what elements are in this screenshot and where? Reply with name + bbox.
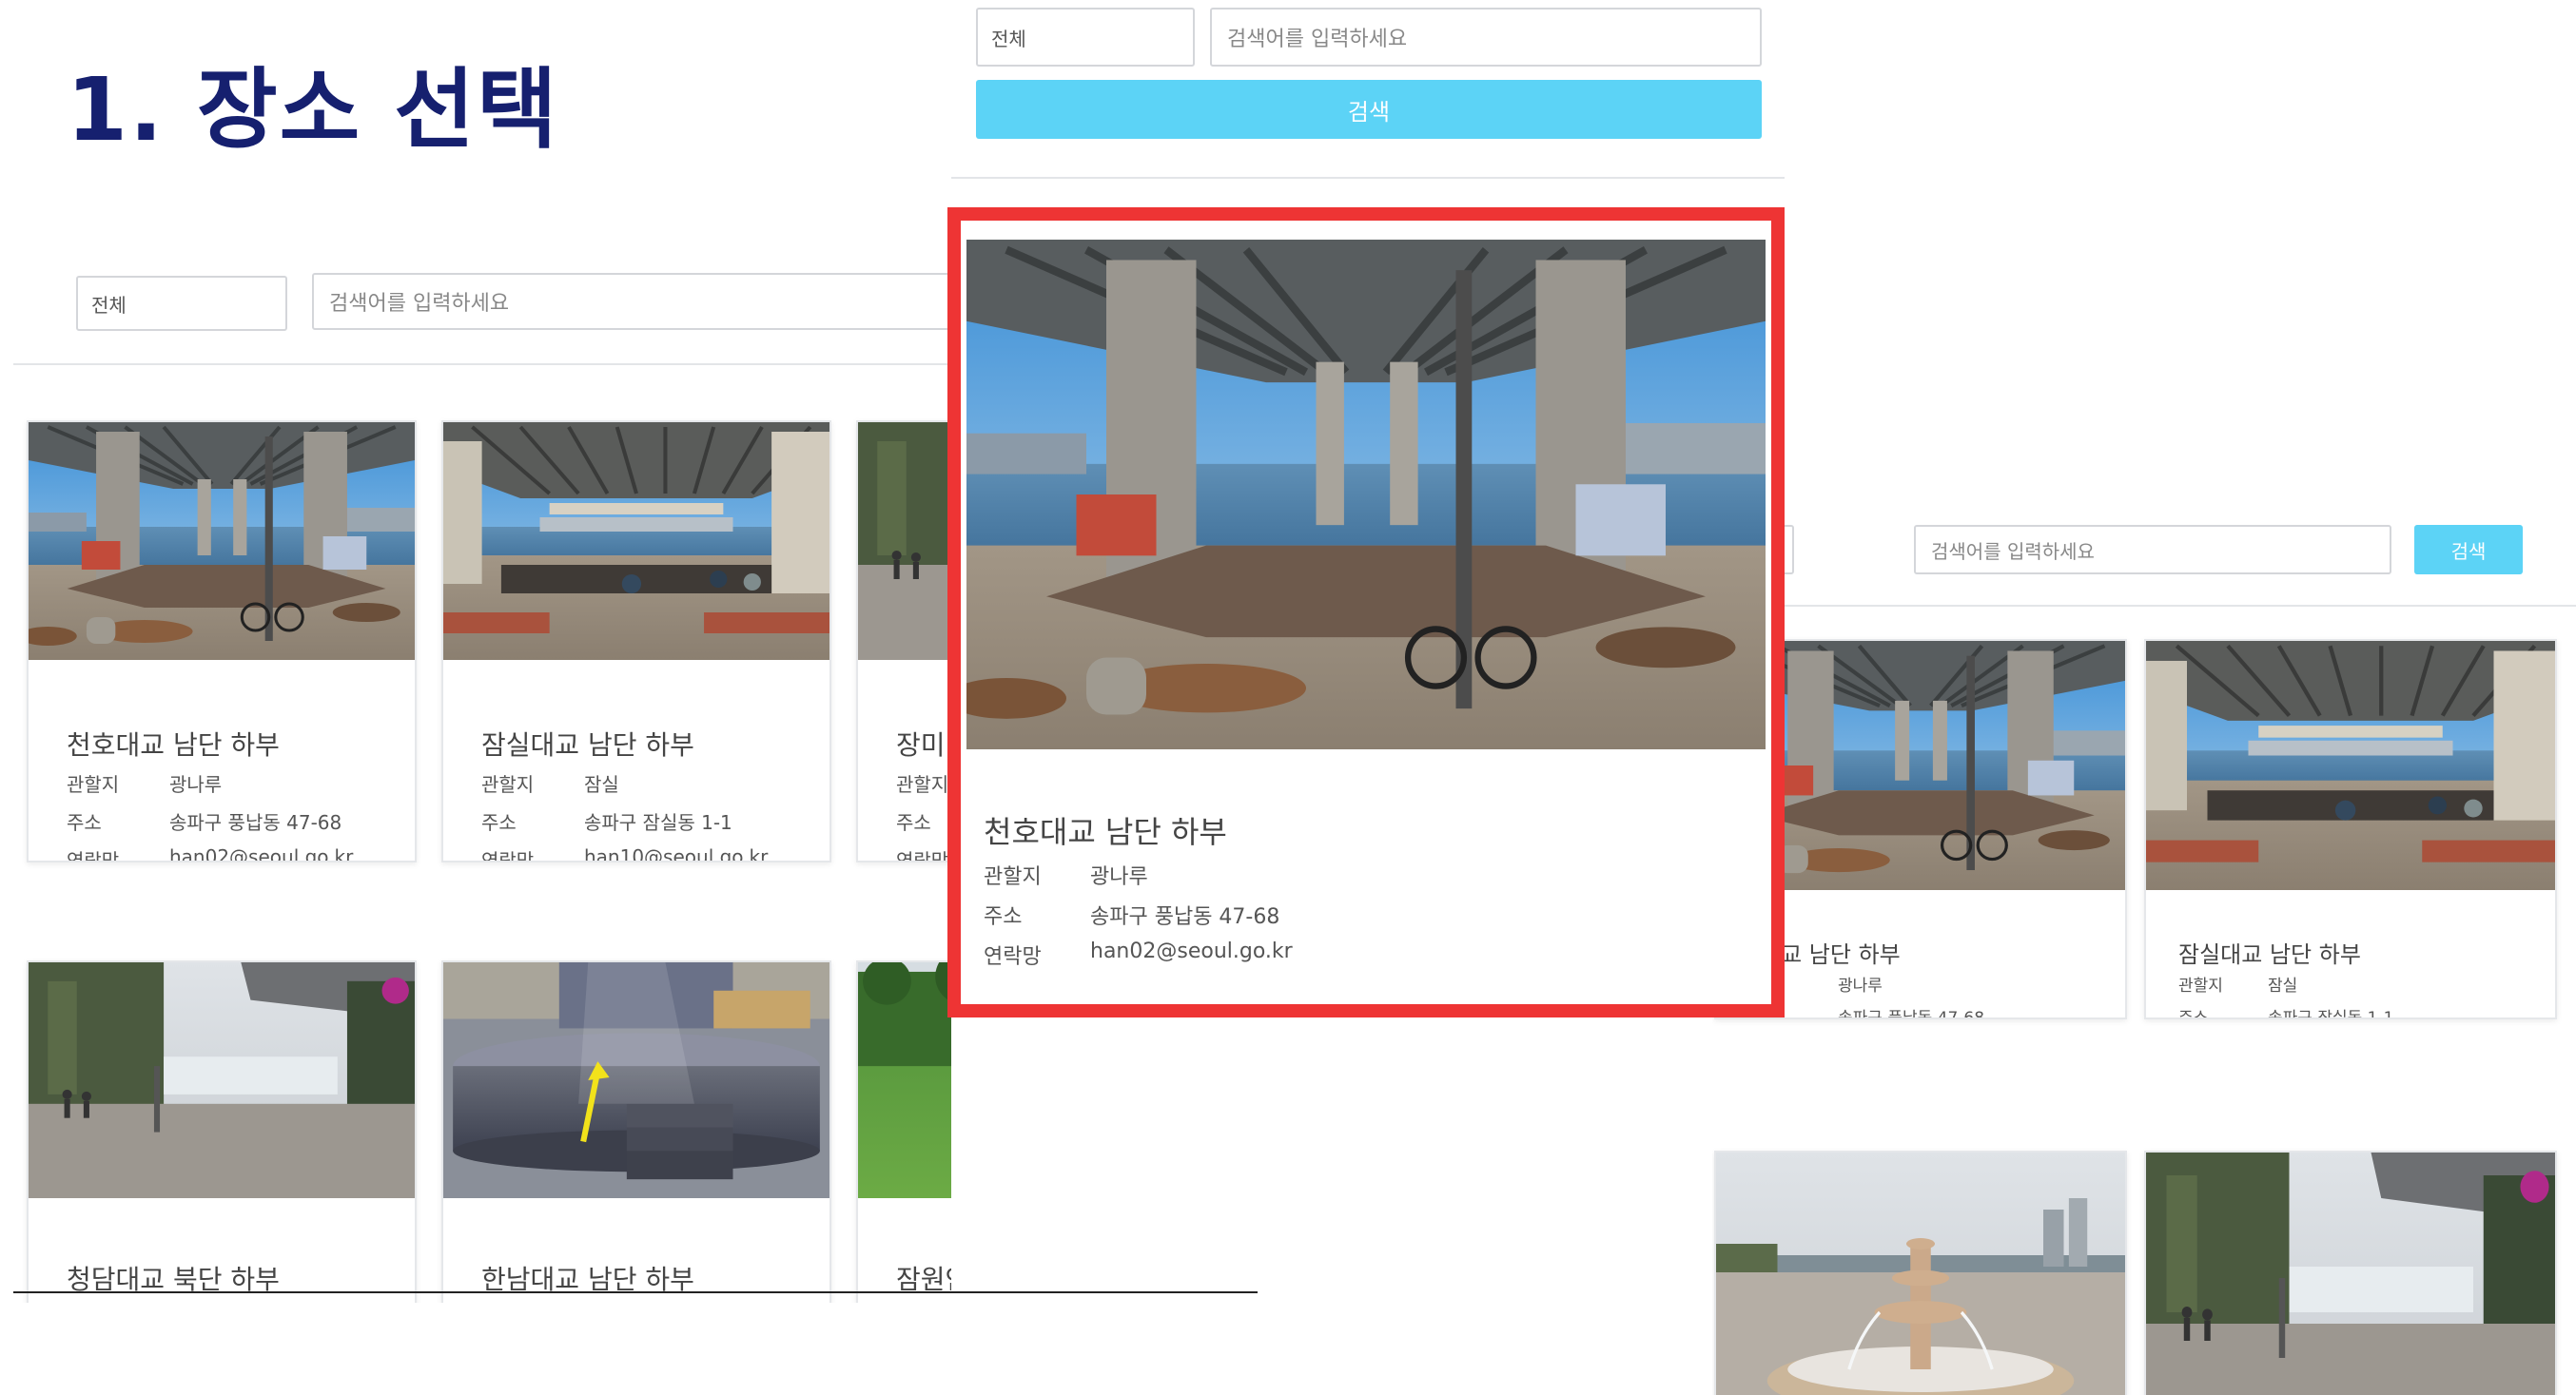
contact-row: 연락망 han02@seoul.go.kr xyxy=(984,940,1293,970)
category-select[interactable]: 전체 xyxy=(976,8,1195,67)
category-select[interactable]: 전체 xyxy=(76,276,287,331)
place-photo xyxy=(966,240,1766,749)
contact-row: 연락망 han10@seoul.go.kr xyxy=(481,845,769,862)
contact-row: 연락망 han02@seoul.go.kr xyxy=(67,845,354,862)
divider xyxy=(951,177,1785,179)
place-card[interactable]: 잠원안내센터 녹지대 xyxy=(856,960,951,1303)
place-name: 잠실대교 남단 하부 xyxy=(481,729,694,761)
district-label: 관할지 xyxy=(481,773,535,796)
district-value: 광나루 xyxy=(1838,977,1883,996)
district-row: 관할지 잠실 xyxy=(481,769,619,797)
place-card[interactable]: 잠실대교 남단 하부 관할지잠실 주소송파구 잠실동 1-1 연락망han10@… xyxy=(2144,639,2557,1019)
search-input[interactable]: 검색어를 입력하세요 xyxy=(1914,525,2391,574)
address-row: 주소 송파구 잠실동 1-1 xyxy=(2178,1004,2394,1019)
selected-place-highlight: 천호대교 남단 하부 관할지 광나루 주소 송파구 풍납동 47-68 연락망 han… xyxy=(947,207,1785,1017)
district-value: 광나루 xyxy=(169,773,223,796)
address-value: 송파구 잠실동 1-1 xyxy=(584,811,732,834)
district-value: 잠실 xyxy=(584,773,619,796)
contact-value: han10@seoul.go.kr xyxy=(584,845,769,862)
place-photo xyxy=(2146,641,2555,890)
place-card[interactable]: 천호대교 남단 하부 관할지 광나루 주소 송파구 풍납동 47-68 연락망 han… xyxy=(27,420,417,862)
address-value: 송파구 풍납동 47-68 xyxy=(169,811,342,834)
place-card[interactable] xyxy=(1714,1151,2127,1395)
left-list-view: 전체 검색어를 입력하세요 천호대교 남단 하부 관할지 광나루 주소 송파구 풍납… xyxy=(0,257,951,1303)
page-title: 1. 장소 선택 xyxy=(67,59,559,161)
address-label: 주소 xyxy=(2178,1009,2209,1019)
address-row: 주소 xyxy=(896,807,951,835)
place-photo xyxy=(2146,1153,2555,1395)
divider xyxy=(13,363,951,365)
district-row: 관할지 광나루 xyxy=(67,769,222,797)
address-row: 주소 송파구 풍납동 47-68 xyxy=(67,807,342,835)
contact-label: 연락망 xyxy=(481,849,535,862)
place-photo xyxy=(1716,1153,2125,1395)
district-label: 관할지 xyxy=(67,773,120,796)
place-card-selected[interactable]: 천호대교 남단 하부 관할지 광나루 주소 송파구 풍납동 47-68 연락망 han… xyxy=(961,221,1771,1004)
search-input[interactable]: 검색어를 입력하세요 xyxy=(1210,8,1762,67)
address-value: 송파구 풍납동 47-68 xyxy=(1838,1009,1985,1019)
address-value: 송파구 풍납동 47-68 xyxy=(1090,905,1280,929)
place-photo xyxy=(443,422,829,660)
right-grid-view: 전체 검색어를 입력하세요 검색 대교 남단 하부 광나루 주소송파구 풍납동 … xyxy=(1712,494,2576,1395)
district-label: 관할지 xyxy=(2178,977,2223,996)
cutoff-line xyxy=(13,1291,1258,1293)
address-label: 주소 xyxy=(481,811,517,834)
place-photo xyxy=(29,422,415,660)
address-row: 주소 송파구 풍납동 47-68 xyxy=(984,900,1279,930)
place-card[interactable]: 장미 관할지 주소 연락망 xyxy=(856,420,951,862)
district-row: 관할지 잠실 xyxy=(2178,972,2297,996)
address-row: 주소 송파구 잠실동 1-1 xyxy=(481,807,732,835)
contact-label: 연락망 xyxy=(896,849,949,862)
place-card[interactable]: 청담대교 북단 하부 xyxy=(27,960,417,1303)
district-row: 관할지 xyxy=(896,769,951,797)
contact-row: 연락망 xyxy=(896,845,951,862)
address-value: 송파구 잠실동 1-1 xyxy=(2268,1009,2394,1019)
place-card[interactable]: 한남대교 남단 하부 xyxy=(441,960,831,1303)
place-name: 천호대교 남단 하부 xyxy=(984,814,1227,850)
place-photo xyxy=(858,962,951,1198)
address-label: 주소 xyxy=(984,905,1023,929)
place-photo xyxy=(443,962,829,1198)
search-input[interactable]: 검색어를 입력하세요 xyxy=(312,273,951,330)
contact-label: 연락망 xyxy=(984,945,1042,969)
search-button[interactable]: 검색 xyxy=(976,80,1762,139)
search-button[interactable]: 검색 xyxy=(2414,525,2523,574)
place-name: 천호대교 남단 하부 xyxy=(67,729,280,761)
district-label: 관할지 xyxy=(984,865,1042,889)
divider xyxy=(1712,605,2576,607)
place-name: 장미 xyxy=(896,729,946,761)
place-card[interactable]: 잠실대교 남단 하부 관할지 잠실 주소 송파구 잠실동 1-1 연락망 han10@… xyxy=(441,420,831,862)
contact-label: 연락망 xyxy=(67,849,120,862)
place-card[interactable] xyxy=(2144,1151,2557,1395)
contact-value: han02@seoul.go.kr xyxy=(1090,940,1293,963)
district-value: 잠실 xyxy=(2268,977,2298,996)
district-label: 관할지 xyxy=(896,773,949,796)
district-row: 관할지 광나루 xyxy=(984,860,1148,890)
place-name: 잠실대교 남단 하부 xyxy=(2178,941,2361,968)
place-photo xyxy=(29,962,415,1198)
place-photo xyxy=(858,422,951,660)
district-value: 광나루 xyxy=(1090,865,1148,889)
contact-value: han02@seoul.go.kr xyxy=(169,845,354,862)
address-label: 주소 xyxy=(896,811,931,834)
address-label: 주소 xyxy=(67,811,102,834)
